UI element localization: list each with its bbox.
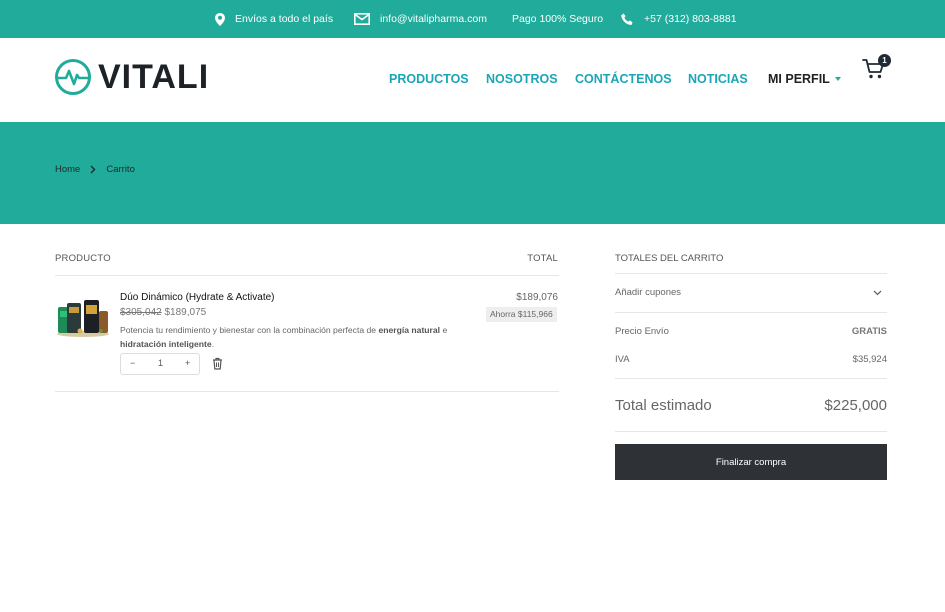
phone-info[interactable]: +57 (312) 803-8881 xyxy=(621,0,737,38)
cart-count-badge: 1 xyxy=(878,54,891,67)
nav-mi-perfil[interactable]: MI PERFIL xyxy=(768,72,841,86)
email-text[interactable]: info@vitalipharma.com xyxy=(380,13,487,25)
location-pin-icon xyxy=(215,12,225,26)
site-header: VITALI PRODUCTOS NOSOTROS CONTÁCTENOS NO… xyxy=(0,38,945,122)
email-info[interactable]: info@vitalipharma.com xyxy=(354,0,487,38)
line-total: $189,076 xyxy=(516,292,558,303)
column-product-header: PRODUCTO xyxy=(55,253,111,264)
nav-mi-perfil-label: MI PERFIL xyxy=(768,72,830,86)
tax-value: $35,924 xyxy=(852,354,887,365)
nav-productos[interactable]: PRODUCTOS xyxy=(389,72,469,86)
column-total-header: TOTAL xyxy=(527,253,558,264)
shipping-info: Envíos a todo el país xyxy=(215,0,333,38)
quantity-stepper[interactable]: − 1 + xyxy=(120,353,200,375)
secure-info: Pago 100% Seguro xyxy=(512,0,603,38)
chevron-down-icon xyxy=(873,290,882,296)
checkout-button[interactable]: Finalizar compra xyxy=(615,444,887,480)
quantity-increase-button[interactable]: + xyxy=(185,358,190,368)
estimated-total-row: Total estimado $225,000 xyxy=(615,397,887,414)
totals-divider xyxy=(615,312,887,313)
desc-text-end: . xyxy=(211,339,215,349)
product-thumbnail[interactable] xyxy=(55,297,110,337)
savings-badge: Ahorra $115,966 xyxy=(486,307,557,322)
shipping-label: Precio Envío xyxy=(615,326,669,337)
trash-icon[interactable] xyxy=(212,357,223,370)
desc-bold-energy: energía natural xyxy=(378,325,441,335)
top-info-bar: Envíos a todo el país info@vitalipharma.… xyxy=(0,0,945,38)
estimated-total-value: $225,000 xyxy=(824,397,887,414)
quantity-value[interactable]: 1 xyxy=(158,358,163,368)
nav-contactenos[interactable]: CONTÁCTENOS xyxy=(575,72,672,86)
tax-label: IVA xyxy=(615,354,630,365)
phone-text[interactable]: +57 (312) 803-8881 xyxy=(644,13,737,25)
add-coupons-label: Añadir cupones xyxy=(615,287,682,298)
product-prices: $305,042 $189,075 xyxy=(120,307,206,318)
table-divider xyxy=(55,275,559,276)
estimated-total-label: Total estimado xyxy=(615,397,712,414)
totals-divider xyxy=(615,273,887,274)
main-nav: PRODUCTOS NOSOTROS CONTÁCTENOS NOTICIAS … xyxy=(0,38,945,122)
shipping-text: Envíos a todo el país xyxy=(235,13,334,25)
shipping-value: GRATIS xyxy=(851,326,887,337)
product-description: Potencia tu rendimiento y bienestar con … xyxy=(120,323,475,351)
nav-nosotros[interactable]: NOSOTROS xyxy=(486,72,558,86)
breadcrumb-current: Carrito xyxy=(106,164,135,175)
nav-noticias[interactable]: NOTICIAS xyxy=(688,72,748,86)
phone-icon xyxy=(621,13,633,25)
product-price: $189,075 xyxy=(164,307,207,318)
desc-text-start: Potencia tu rendimiento y bienestar con … xyxy=(120,325,379,335)
table-bottom-divider xyxy=(55,391,559,392)
mail-icon xyxy=(354,13,370,25)
chevron-right-icon xyxy=(90,165,96,174)
desc-text-mid: e xyxy=(440,325,448,335)
breadcrumb: Home Carrito xyxy=(55,164,135,175)
desc-bold-hydration: hidratación inteligente xyxy=(120,339,212,349)
totals-divider xyxy=(615,431,887,432)
page-hero-banner: Home Carrito xyxy=(0,122,945,224)
caret-down-icon xyxy=(834,76,841,81)
cart-totals-heading: TOTALES DEL CARRITO xyxy=(615,253,724,264)
add-coupons-toggle[interactable]: Añadir cupones xyxy=(615,287,887,301)
totals-divider xyxy=(615,378,887,379)
tax-row: IVA $35,924 xyxy=(615,354,887,365)
breadcrumb-home[interactable]: Home xyxy=(55,164,80,175)
secure-text: Pago 100% Seguro xyxy=(512,13,604,25)
quantity-decrease-button[interactable]: − xyxy=(130,358,135,368)
product-old-price: $305,042 xyxy=(120,307,162,318)
product-name[interactable]: Dúo Dinámico (Hydrate & Activate) xyxy=(120,292,275,303)
shipping-row: Precio Envío GRATIS xyxy=(615,326,887,337)
cart-button[interactable]: 1 xyxy=(862,54,891,82)
